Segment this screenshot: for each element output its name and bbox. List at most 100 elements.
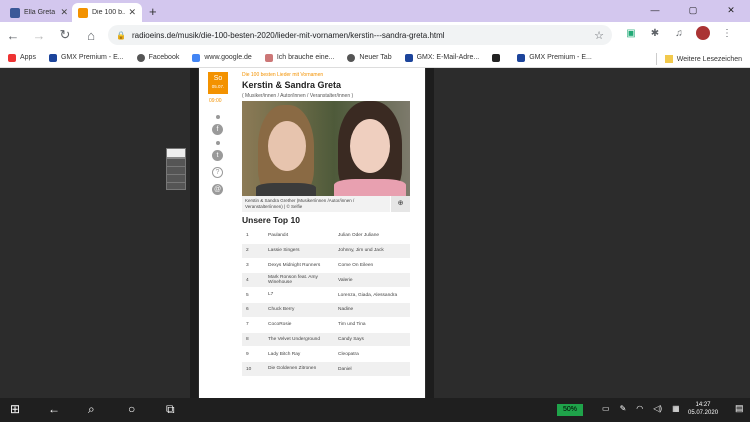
email-share-icon[interactable]: @ (212, 184, 223, 195)
gmx-icon (404, 53, 413, 62)
clock-time: 14:27 (695, 402, 711, 408)
taskbar-clock[interactable]: 14:27 05.07.2020 (688, 401, 718, 417)
toolbar-extensions: ▣ ✱ ♫ ⋮ (624, 26, 734, 40)
left-sideband (0, 68, 192, 398)
facebook-share-icon[interactable]: f (212, 124, 223, 135)
lock-icon: 🔒 (116, 30, 126, 40)
new-tab-button[interactable]: + (149, 4, 157, 19)
gmx-icon (517, 53, 526, 62)
column-divider (190, 68, 198, 398)
close-icon[interactable]: ✕ (128, 7, 136, 18)
bookmark-gmx-premium-2[interactable]: GMX Premium - E... (517, 53, 592, 62)
tab-ella-greta[interactable]: Ella Greta ✕ (4, 3, 74, 22)
task-view-icon[interactable]: ⧉ (166, 402, 175, 417)
rank-cell: 2 (246, 248, 249, 254)
table-row: 8 The Velvet Underground Candy Says (242, 332, 410, 348)
help-icon[interactable]: ? (212, 167, 223, 178)
back-arrow-icon[interactable]: ← (0, 28, 26, 43)
share-dot-icon (216, 141, 220, 145)
article-kicker[interactable]: Die 100 besten Lieder mit Vornamen (242, 72, 323, 78)
globe-icon (347, 53, 356, 62)
windows-start-icon[interactable]: ⊞ (10, 402, 20, 416)
bookmarks-bar: Apps GMX Premium - E... Facebook www.goo… (0, 48, 750, 68)
keyboard-icon[interactable]: ▦ (672, 404, 680, 413)
browser-toolbar: ← → ↻ ⌂ 🔒 radioeins.de/musik/die-100-bes… (0, 22, 750, 48)
pen-icon[interactable]: ✎ (620, 404, 627, 413)
share-bar: f t ? @ (212, 115, 224, 201)
table-row: 2 Lassie Singers Johnny, Jim und Jack (242, 243, 410, 259)
date-day-month: 05.07. (211, 84, 225, 89)
bookmark-star-icon[interactable]: ☆ (594, 29, 604, 42)
zoom-icon[interactable]: ⊕ (391, 196, 410, 212)
bookmark-gmx-email[interactable]: GMX: E-Mail-Adre... (404, 53, 479, 62)
artist-cell: Dexys Midnight Runners (268, 262, 321, 268)
home-icon[interactable]: ⌂ (78, 28, 104, 43)
date-day: So (213, 75, 223, 82)
extension-icon[interactable]: ▣ (624, 28, 638, 39)
notification-icon[interactable]: ▤ (735, 403, 744, 414)
floating-widget[interactable] (166, 148, 186, 190)
back-arrow-icon[interactable]: ← (48, 402, 60, 416)
bookmark-facebook[interactable]: Facebook (136, 53, 179, 62)
bookmark-label: Neuer Tab (359, 54, 392, 61)
song-cell: Valerie (338, 277, 353, 283)
photo-person-left-face (268, 121, 306, 171)
rank-cell: 6 (246, 307, 249, 313)
wifi-icon[interactable]: ◠ (636, 404, 643, 413)
close-icon[interactable]: ✕ (60, 7, 68, 18)
artist-cell: The Velvet Underground (268, 336, 320, 342)
photo-person-right-face (350, 119, 390, 173)
other-bookmarks[interactable]: Weitere Lesezeichen (655, 53, 742, 65)
song-cell: Daniel (338, 366, 352, 372)
rank-cell: 1 (246, 233, 249, 239)
artist-cell: Mark Ronson feat. Amy Winehouse (268, 274, 318, 286)
forward-arrow-icon[interactable]: → (26, 28, 52, 43)
maximize-button[interactable]: ▢ (674, 0, 712, 22)
artist-photo[interactable] (242, 101, 410, 196)
song-cell: Johnny, Jim und Jack (338, 248, 384, 254)
widget-row (167, 167, 185, 175)
window-controls: — ▢ ✕ (636, 0, 750, 22)
battery-indicator[interactable]: 50% (557, 404, 583, 416)
address-bar[interactable]: 🔒 radioeins.de/musik/die-100-besten-2020… (108, 25, 612, 45)
rank-cell: 3 (246, 262, 249, 268)
article-column: So 05.07. 09:00 f t ? @ Die 100 besten L… (199, 68, 425, 398)
facebook-favicon-icon (10, 7, 20, 18)
article-roles: ( Musiker/innen / Autor/innen / Veransta… (242, 93, 354, 99)
minimize-button[interactable]: — (636, 0, 674, 22)
system-tray: ▭ ✎ ◠ ◁) ▦ (602, 404, 680, 413)
artist-cell: CocoRosie (268, 321, 292, 327)
reload-icon[interactable]: ↻ (52, 27, 78, 43)
column-divider (426, 68, 434, 398)
artist-cell: Die Goldenen Zitronen (268, 366, 317, 372)
bookmark-ich-brauche[interactable]: Ich brauche eine... (264, 53, 334, 62)
tab-die-100-besten[interactable]: Die 100 b... ✕ (72, 3, 142, 22)
profile-avatar-icon[interactable] (696, 26, 710, 40)
artist-cell: L7 (268, 292, 274, 298)
bookmark-apps[interactable]: Apps (8, 53, 36, 62)
artist-cell: Pauland4 (268, 233, 289, 239)
volume-icon[interactable]: ◁) (653, 404, 662, 413)
table-row: 1 Pauland4 Julian Oder Juliane (242, 229, 410, 244)
puzzle-extensions-icon[interactable]: ✱ (648, 28, 662, 39)
artist-cell: Lady Bitch Ray (268, 351, 301, 357)
battery-icon[interactable]: ▭ (602, 404, 610, 413)
rank-cell: 5 (246, 292, 249, 298)
widget-row (167, 159, 185, 167)
rank-cell: 9 (246, 351, 249, 357)
song-cell: Cleopatra (338, 351, 359, 357)
bookmark-gmx-premium[interactable]: GMX Premium - E... (48, 53, 124, 62)
artist-cell: Chuck Berry (268, 307, 295, 313)
bookmark-neuer-tab[interactable]: Neuer Tab (347, 53, 392, 62)
table-row: 9 Lady Bitch Ray Cleopatra (242, 347, 410, 363)
close-window-button[interactable]: ✕ (712, 0, 750, 22)
song-cell: Come On Eileen (338, 262, 374, 268)
bookmark-google[interactable]: www.google.de (192, 53, 252, 62)
search-icon[interactable]: ⌕ (88, 402, 95, 417)
cortana-circle-icon[interactable]: ○ (128, 402, 135, 416)
bookmark-gmx[interactable] (492, 53, 504, 62)
widget-row (167, 175, 185, 183)
media-playlist-icon[interactable]: ♫ (672, 28, 686, 39)
twitter-share-icon[interactable]: t (212, 150, 223, 161)
menu-dots-icon[interactable]: ⋮ (720, 28, 734, 39)
